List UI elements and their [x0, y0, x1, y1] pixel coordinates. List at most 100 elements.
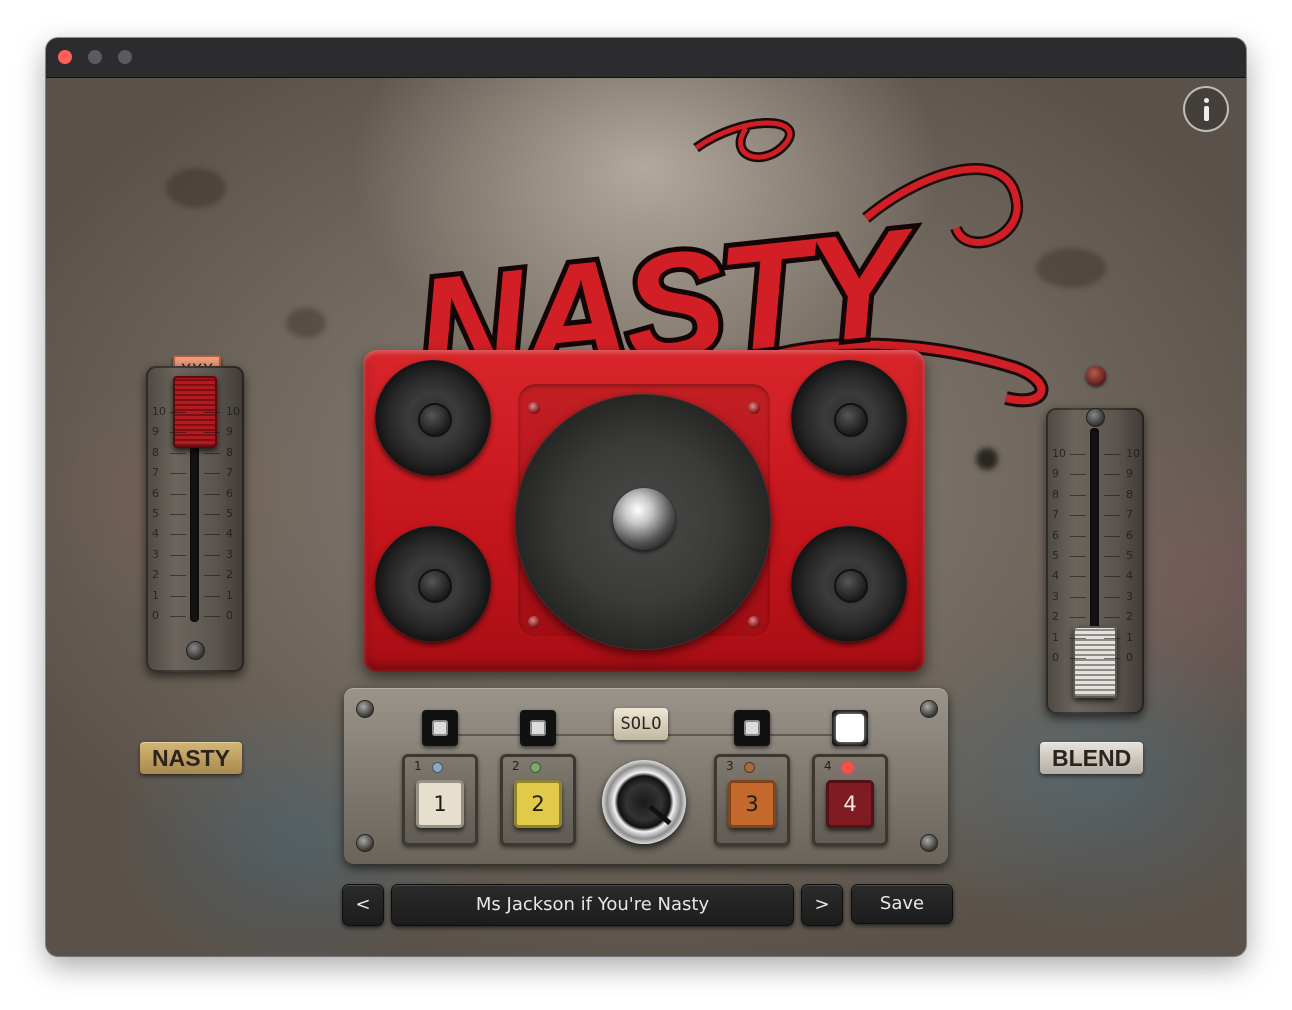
fader-tick: [1070, 596, 1086, 598]
fader-tick: [204, 432, 220, 434]
fader-scale-label: 3: [226, 547, 233, 561]
fader-tick: [1104, 576, 1120, 578]
band-2-led: [530, 762, 541, 773]
fader-scale-label: 9: [1126, 467, 1133, 481]
fader-tick: [1070, 535, 1086, 537]
fader-tick: [1070, 617, 1086, 619]
fader-tick: [170, 432, 186, 434]
fader-scale-label: 5: [1052, 549, 1059, 562]
screw: [920, 700, 938, 718]
fader-tick: [170, 616, 186, 617]
band-2: 2 2: [500, 754, 576, 846]
fader-tick: [204, 595, 220, 597]
solo-button[interactable]: SOLO: [614, 708, 668, 740]
band-1: 1 1: [402, 754, 478, 846]
wall-stain: [166, 168, 226, 208]
band-1-led: [432, 762, 443, 773]
info-icon: [1204, 98, 1209, 103]
fader-scale-label: 1: [1052, 630, 1059, 644]
band-1-toggle[interactable]: [422, 710, 458, 746]
fader-tick: [1104, 515, 1120, 517]
fader-tick: [204, 616, 220, 617]
fader-scale-label: 7: [1126, 508, 1133, 522]
band-number: 3: [726, 759, 734, 773]
tweeter-bottom-right: [791, 526, 907, 642]
speaker-cabinet: [363, 350, 925, 672]
fader-scale-label: 8: [1052, 487, 1059, 501]
tweeter-bottom-left: [375, 526, 491, 642]
close-window-button[interactable]: [58, 50, 72, 64]
nasty-label: NASTY: [140, 742, 242, 774]
fader-tick: [170, 493, 186, 495]
knob-pointer: [648, 804, 672, 826]
fader-scale-label: 2: [226, 568, 233, 582]
plugin-window: NASTY XXX 101099887766554433221100 NASTY: [46, 38, 1246, 956]
info-button[interactable]: [1183, 86, 1229, 132]
tweeter-top-left: [375, 360, 491, 476]
fader-scale-label: 2: [1052, 610, 1059, 624]
screw: [528, 402, 540, 414]
fader-tick: [1104, 596, 1120, 598]
fader-tick: [1104, 637, 1120, 639]
fader-tick: [204, 412, 220, 413]
fader-tick: [1070, 494, 1086, 496]
fader-scale-label: 5: [1126, 549, 1133, 562]
fader-scale-label: 2: [152, 568, 159, 582]
band-select-knob[interactable]: [602, 760, 686, 844]
fader-scale-label: 3: [1126, 589, 1133, 603]
fader-scale-label: 5: [226, 507, 233, 520]
fader-scale-label: 8: [1126, 487, 1133, 501]
fader-scale-label: 10: [152, 405, 166, 418]
maximize-window-button[interactable]: [118, 50, 132, 64]
fader-tick: [204, 554, 220, 556]
band-4-button[interactable]: 4: [826, 780, 874, 828]
band-control-panel: SOLO 1 1 2 2 3 3 4 4: [344, 688, 948, 864]
fader-scale-label: 6: [1126, 528, 1133, 542]
wall-stain: [286, 308, 326, 338]
fader-scale-label: 6: [226, 486, 233, 500]
save-preset-button[interactable]: Save: [851, 884, 953, 924]
band-3-button[interactable]: 3: [728, 780, 776, 828]
band-1-button[interactable]: 1: [416, 780, 464, 828]
nasty-fader[interactable]: 10 10 9 9 8 8 7 7 6 6 5 5 4 4 3 3 2 2 1 1 0 0: [146, 366, 244, 672]
fader-scale-label: 7: [152, 466, 159, 480]
band-2-toggle[interactable]: [520, 710, 556, 746]
band-number: 2: [512, 759, 520, 773]
fader-scale-label: 2: [1126, 610, 1133, 624]
fader-scale-label: 9: [1052, 467, 1059, 481]
fader-tick: [204, 575, 220, 577]
blend-label: BLEND: [1040, 742, 1144, 774]
previous-preset-button[interactable]: <: [342, 884, 384, 926]
fader-tick: [1070, 658, 1086, 659]
band-4-toggle[interactable]: [832, 710, 868, 746]
fader-tick: [204, 514, 220, 515]
next-preset-button[interactable]: >: [801, 884, 843, 926]
fader-scale-label: 0: [1126, 651, 1133, 664]
screw: [748, 402, 760, 414]
fader-tick: [204, 493, 220, 495]
band-2-button[interactable]: 2: [514, 780, 562, 828]
fader-scale-label: 0: [152, 609, 159, 622]
fader-scale-label: 6: [152, 486, 159, 500]
fader-scale-label: 9: [152, 425, 159, 439]
minimize-window-button[interactable]: [88, 50, 102, 64]
tweeter-top-right: [791, 360, 907, 476]
band-4: 4 4: [812, 754, 888, 846]
plugin-canvas: NASTY XXX 101099887766554433221100 NASTY: [46, 78, 1246, 956]
fader-scale-label: 10: [1126, 447, 1140, 460]
preset-name-field[interactable]: Ms Jackson if You're Nasty: [391, 884, 794, 926]
fader-tick: [1104, 454, 1120, 455]
fader-scale-label: 1: [152, 588, 159, 602]
fader-scale-label: 8: [152, 445, 159, 459]
fader-scale-label: 9: [226, 425, 233, 439]
screw: [356, 700, 374, 718]
fader-scale-label: 1: [226, 588, 233, 602]
fader-scale-label: 0: [226, 609, 233, 622]
fader-tick: [170, 473, 186, 475]
fader-scale-label: 5: [152, 507, 159, 520]
blend-fader[interactable]: 10 10 9 9 8 8 7 7 6 6 5 5 4 4 3 3 2 2 1 1 0 0: [1046, 408, 1144, 714]
band-3-toggle[interactable]: [734, 710, 770, 746]
wall-stain: [976, 448, 998, 470]
fader-scale-label: 7: [226, 466, 233, 480]
fader-scale-label: 4: [152, 527, 159, 541]
